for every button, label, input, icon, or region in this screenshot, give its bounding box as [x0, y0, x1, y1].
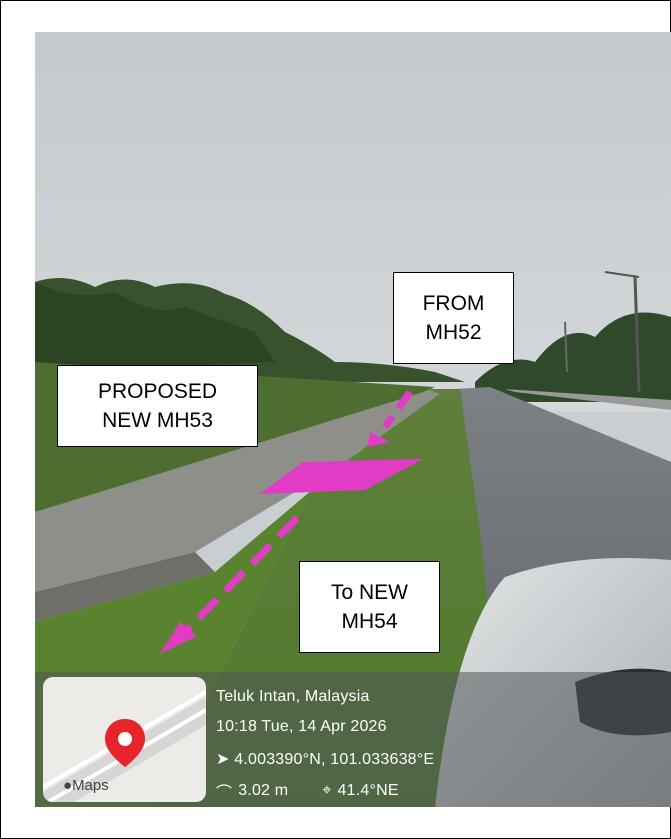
location-arrow-icon: ➤: [216, 751, 230, 768]
altitude-group: ⌒ 3.02 m: [216, 779, 288, 803]
maps-brand-label: Maps: [72, 777, 109, 794]
proposed-mh53-label: PROPOSED NEW MH53: [57, 365, 258, 447]
altitude-icon: ⌒: [216, 785, 233, 802]
altitude-heading-row: ⌒ 3.02 m ⌖ 41.4°NE: [216, 779, 399, 803]
proposed-label-line1: PROPOSED: [97, 380, 218, 403]
heading-text: 41.4°NE: [337, 782, 399, 799]
proposed-label-line2: NEW MH53: [102, 409, 213, 432]
maps-brand: ●Maps: [63, 777, 109, 794]
datetime-text: 10:18 Tue, 14 Apr 2026: [216, 718, 387, 735]
to-mh54-label: To NEW MH54: [299, 561, 440, 653]
map-thumbnail[interactable]: ●Maps: [43, 677, 206, 802]
altitude-text: 3.02 m: [238, 782, 289, 799]
from-mh52-label: FROM MH52: [393, 272, 514, 364]
compass-icon: ⌖: [322, 782, 332, 799]
from-label-line2: MH52: [425, 321, 482, 344]
apple-icon: ●: [63, 777, 73, 794]
coordinates-row: ➤ 4.003390°N, 101.033638°E: [216, 749, 434, 769]
location-text: Teluk Intan, Malaysia: [216, 688, 370, 705]
to-label-line2: MH54: [341, 610, 398, 633]
to-label-line1: To NEW: [330, 581, 408, 604]
heading-group: ⌖ 41.4°NE: [322, 779, 398, 803]
coordinates-text: 4.003390°N, 101.033638°E: [234, 751, 435, 768]
from-label-line1: FROM: [422, 292, 485, 315]
